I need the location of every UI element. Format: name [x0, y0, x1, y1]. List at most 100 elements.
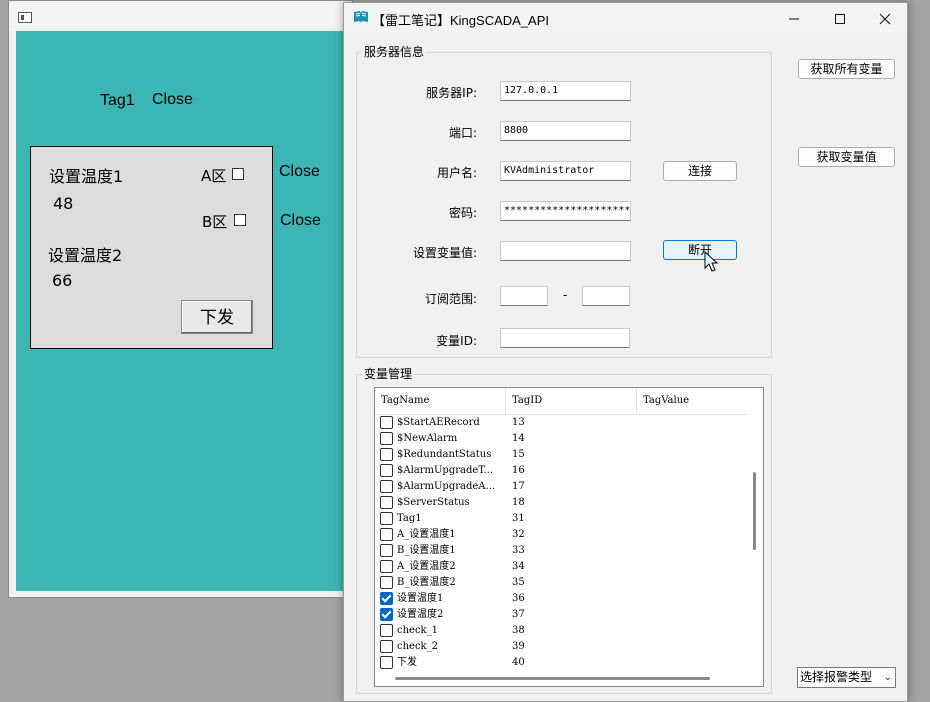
- horizontal-scroll-thumb[interactable]: [395, 677, 710, 680]
- table-row[interactable]: $RedundantStatus 15: [375, 447, 747, 463]
- range-separator: -: [563, 288, 568, 302]
- row-checkbox[interactable]: [380, 496, 393, 509]
- server-ip-field[interactable]: 127.0.0.1: [500, 81, 631, 101]
- horizontal-scrollbar[interactable]: [375, 670, 763, 686]
- scada-runtime-window: Tag1 Close Close Close 设置温度1 48 设置温度2 66…: [8, 0, 353, 598]
- row-tagname: $RedundantStatus: [397, 449, 492, 460]
- password-field[interactable]: *********************: [500, 201, 631, 221]
- row-tagname: A_设置温度2: [397, 561, 456, 572]
- set-temp1-label: 设置温度1: [49, 167, 124, 186]
- row-checkbox[interactable]: [380, 512, 393, 525]
- alarm-type-select[interactable]: 选择报警类型 ⌄: [797, 667, 896, 688]
- row-tagid: 17: [512, 481, 525, 492]
- row-tagname: check_2: [397, 641, 438, 652]
- range-from-field[interactable]: [500, 286, 548, 306]
- row-checkbox[interactable]: [380, 592, 393, 605]
- row-tagname: check_1: [397, 625, 438, 636]
- row-checkbox[interactable]: [380, 448, 393, 461]
- port-field[interactable]: 8800: [500, 121, 631, 141]
- row-tagid: 40: [512, 657, 525, 668]
- get-all-vars-button[interactable]: 获取所有变量: [798, 59, 895, 79]
- row-tagid: 34: [512, 561, 525, 572]
- row-tagname: $AlarmUpgradeA...: [397, 481, 496, 492]
- range-to-field[interactable]: [582, 286, 630, 306]
- minimize-button[interactable]: [771, 3, 817, 33]
- zone-a-close-text: Close: [279, 163, 320, 180]
- zone-b-label: B区: [202, 213, 228, 231]
- row-tagname: A_设置温度1: [397, 529, 456, 540]
- row-tagid: 31: [512, 513, 525, 524]
- table-row[interactable]: 设置温度2 37: [375, 607, 747, 623]
- window-app-icon: [18, 12, 32, 23]
- tag-list-view[interactable]: TagName TagID TagValue $StartAERecord 13 $…: [374, 387, 764, 687]
- vertical-scrollbar[interactable]: [747, 388, 763, 670]
- row-tagid: 36: [512, 593, 525, 604]
- server-ip-label: 服务器IP:: [426, 86, 477, 100]
- zone-a-checkbox[interactable]: [232, 168, 244, 180]
- temperature-panel: 设置温度1 48 设置温度2 66 A区 B区 下发: [30, 146, 273, 349]
- var-management-title: 变量管理: [362, 365, 415, 382]
- disconnect-button[interactable]: 断开: [663, 240, 737, 260]
- table-row[interactable]: B_设置温度2 35: [375, 575, 747, 591]
- port-label: 端口:: [448, 126, 477, 140]
- scada-title-bar: [9, 1, 352, 31]
- vertical-scroll-thumb[interactable]: [753, 472, 756, 550]
- set-temp1-value[interactable]: 48: [53, 194, 73, 213]
- row-checkbox[interactable]: [380, 624, 393, 637]
- connect-button[interactable]: 连接: [663, 161, 737, 181]
- row-checkbox[interactable]: [380, 416, 393, 429]
- column-header-tagvalue[interactable]: TagValue: [637, 388, 747, 414]
- row-checkbox[interactable]: [380, 560, 393, 573]
- close-button[interactable]: [862, 3, 908, 33]
- row-tagid: 33: [512, 545, 525, 556]
- set-var-value-label: 设置变量值:: [412, 246, 477, 260]
- set-temp2-label: 设置温度2: [48, 246, 123, 265]
- close-icon: [879, 13, 891, 24]
- row-checkbox[interactable]: [380, 480, 393, 493]
- table-row[interactable]: 下发 40: [375, 655, 747, 671]
- send-button[interactable]: 下发: [181, 300, 253, 334]
- table-row[interactable]: $StartAERecord 13: [375, 415, 747, 431]
- var-id-label: 变量ID:: [436, 334, 477, 348]
- table-row[interactable]: B_设置温度1 33: [375, 543, 747, 559]
- table-row[interactable]: Tag1 31: [375, 511, 747, 527]
- table-row[interactable]: $AlarmUpgradeT... 16: [375, 463, 747, 479]
- table-row[interactable]: $AlarmUpgradeA... 17: [375, 479, 747, 495]
- chevron-down-icon: ⌄: [883, 672, 892, 683]
- row-checkbox[interactable]: [380, 464, 393, 477]
- tag1-close-text: Close: [152, 91, 193, 108]
- row-checkbox[interactable]: [380, 608, 393, 621]
- table-row[interactable]: $ServerStatus 18: [375, 495, 747, 511]
- table-row[interactable]: A_设置温度2 34: [375, 559, 747, 575]
- row-tagname: B_设置温度2: [397, 577, 456, 588]
- table-row[interactable]: check_1 38: [375, 623, 747, 639]
- tag-list-header: TagName TagID TagValue: [375, 388, 747, 415]
- table-row[interactable]: check_2 39: [375, 639, 747, 655]
- row-tagname: $StartAERecord: [397, 417, 480, 428]
- password-label: 密码:: [448, 206, 477, 220]
- row-checkbox[interactable]: [380, 528, 393, 541]
- table-row[interactable]: 设置温度1 36: [375, 591, 747, 607]
- tag1-label: Tag1: [100, 92, 135, 109]
- row-checkbox[interactable]: [380, 544, 393, 557]
- get-var-value-button[interactable]: 获取变量值: [798, 147, 895, 167]
- var-id-field[interactable]: [500, 328, 630, 348]
- row-tagid: 39: [512, 641, 525, 652]
- username-field[interactable]: KVAdministrator: [500, 161, 631, 181]
- row-tagid: 16: [512, 465, 525, 476]
- maximize-button[interactable]: [817, 3, 863, 33]
- zone-b-checkbox[interactable]: [234, 214, 246, 226]
- table-row[interactable]: A_设置温度1 32: [375, 527, 747, 543]
- dialog-title-bar: 【雷工笔记】KingSCADA_API: [344, 3, 907, 33]
- column-header-tagid[interactable]: TagID: [506, 388, 637, 414]
- alarm-type-select-value: 选择报警类型: [800, 670, 873, 684]
- row-checkbox[interactable]: [380, 576, 393, 589]
- set-var-value-field[interactable]: [500, 241, 631, 261]
- row-checkbox[interactable]: [380, 640, 393, 653]
- row-checkbox[interactable]: [380, 656, 393, 669]
- set-temp2-value[interactable]: 66: [52, 271, 72, 290]
- row-tagname: 设置温度2: [397, 609, 444, 620]
- row-checkbox[interactable]: [380, 432, 393, 445]
- table-row[interactable]: $NewAlarm 14: [375, 431, 747, 447]
- column-header-tagname[interactable]: TagName: [375, 388, 506, 414]
